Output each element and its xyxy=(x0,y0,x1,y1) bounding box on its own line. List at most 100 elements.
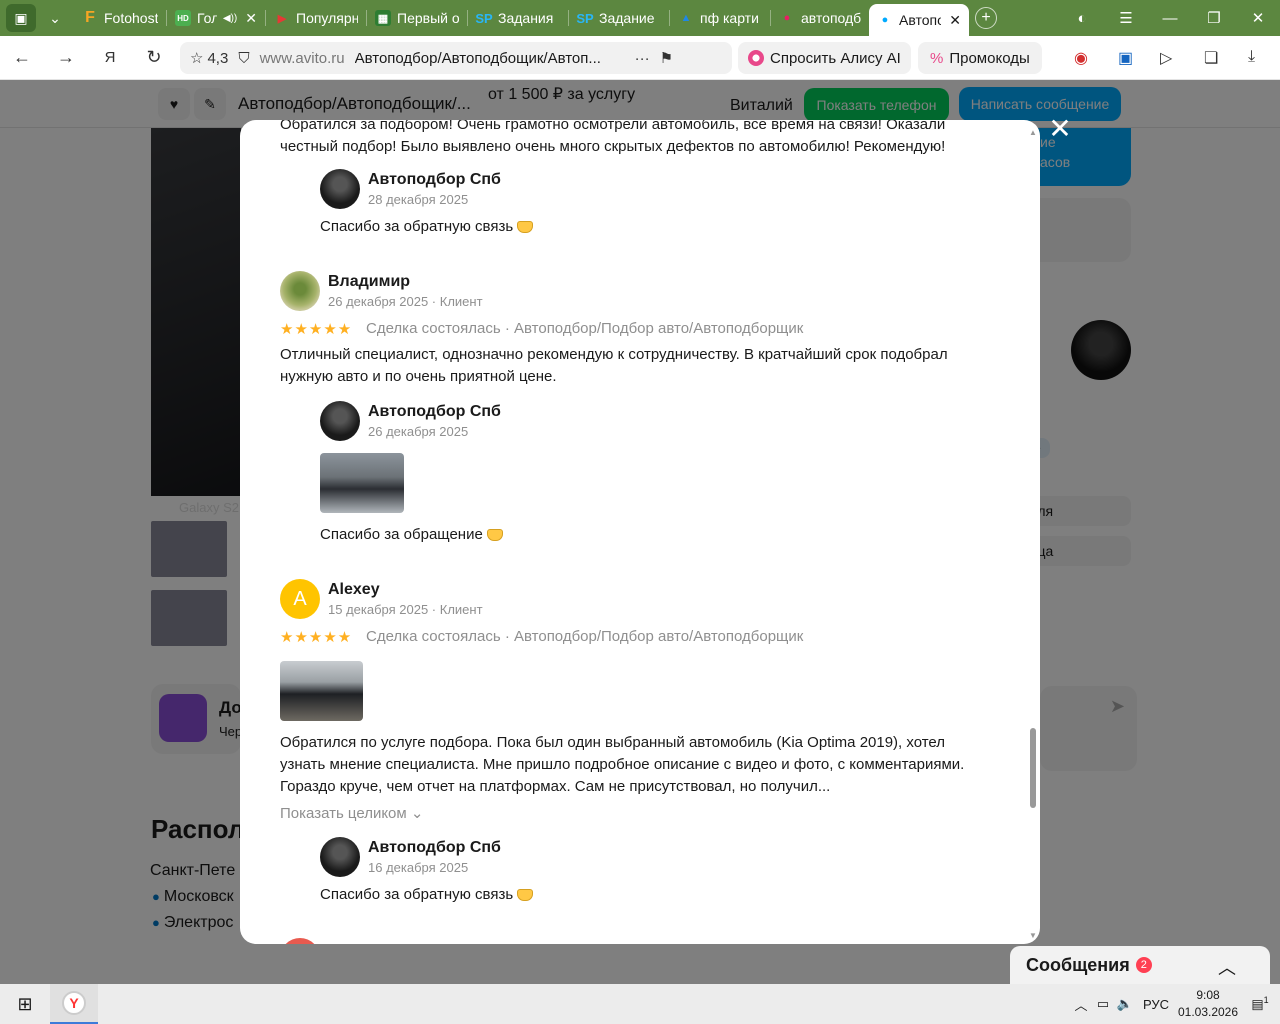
review-photo[interactable] xyxy=(280,661,363,721)
extension-globe-icon[interactable]: ◉ xyxy=(1074,48,1088,68)
tab-label: пф карти xyxy=(700,10,759,26)
close-modal-icon[interactable]: ✕ xyxy=(1045,114,1075,144)
system-tray: ︿ ▭ 🔈 РУС 9:08 01.03.2026 ▤1 xyxy=(1070,984,1280,1024)
reply-author[interactable]: Автоподбор Спб xyxy=(368,839,501,857)
tabs-menu-chevron-icon[interactable]: ⌄ xyxy=(40,4,70,32)
tab-golos[interactable]: HD Голос ◀)) ✕ xyxy=(167,3,265,33)
chevron-up-icon[interactable]: ︿ xyxy=(1070,995,1092,1014)
messages-label: Сообщения xyxy=(1026,954,1130,975)
modal-scrollbar[interactable]: ▲ ▼ xyxy=(1029,128,1037,940)
reply-date: 28 декабря 2025 xyxy=(368,192,469,207)
show-more-link[interactable]: Показать целиком ⌄ xyxy=(280,804,423,822)
reply-text: Спасибо за обращение xyxy=(320,526,503,543)
site-rating[interactable]: ☆ 4,3 xyxy=(190,49,228,68)
alisa-icon xyxy=(748,50,764,66)
windows-taskbar: ⊞ Y ︿ ▭ 🔈 РУС 9:08 01.03.2026 ▤1 xyxy=(0,984,1280,1024)
url-domain: www.avito.ru xyxy=(259,49,345,67)
review-author[interactable]: Alexey xyxy=(328,581,380,599)
user-avatar[interactable]: A xyxy=(280,579,320,619)
download-icon[interactable]: ⤓ xyxy=(1248,48,1255,66)
chevron-up-icon[interactable]: ︿ xyxy=(1218,954,1236,980)
collections-icon[interactable]: ❏ xyxy=(1204,48,1218,68)
deal-status: Сделка состоялась · Автоподбор/Подбор ав… xyxy=(366,320,804,337)
more-dots-icon[interactable]: ··· xyxy=(635,50,650,67)
alisa-label: Спросить Алису AI xyxy=(770,49,901,67)
tab-zadanie[interactable]: SP Задание xyxy=(569,3,669,33)
yandex-home-icon[interactable]: Я xyxy=(88,49,132,66)
back-arrow-icon[interactable]: ← xyxy=(0,47,44,68)
forward-arrow-icon[interactable]: → xyxy=(44,47,88,68)
tab-zadaniya[interactable]: SP Задания xyxy=(468,3,568,33)
reply-text: Спасибо за обратную связь xyxy=(320,886,534,903)
messages-panel[interactable]: Сообщения 2 ︿ xyxy=(1010,946,1270,984)
windows-start-icon[interactable]: ⊞ xyxy=(0,984,50,1024)
menu-icon[interactable]: ☰ xyxy=(1104,9,1148,27)
scrollbar-thumb[interactable] xyxy=(1030,728,1036,808)
promocodes-button[interactable]: % Промокоды xyxy=(918,42,1042,74)
heart-hands-emoji-icon xyxy=(517,889,534,902)
bookmark-icon[interactable]: ⚑ xyxy=(660,49,673,67)
clock-date: 01.03.2026 xyxy=(1177,1005,1239,1019)
tab-pf-karti[interactable]: ▲ пф карти xyxy=(670,3,770,33)
tab-fotohosting[interactable]: F Fotohosting xyxy=(74,3,166,33)
rating-stars: ★★★★★ xyxy=(280,629,353,646)
avito-favicon-icon: ● xyxy=(881,14,889,26)
tab-first-office[interactable]: ▦ Первый офис xyxy=(367,3,467,33)
close-tab-icon[interactable]: ✕ xyxy=(245,10,257,27)
seller-avatar[interactable] xyxy=(320,169,360,209)
reply-author[interactable]: Автоподбор Спб xyxy=(368,171,501,189)
sidebar-toggle-icon[interactable]: ▣ xyxy=(6,4,36,32)
shield-icon[interactable]: ⛉ xyxy=(238,50,249,67)
clock[interactable]: 9:08 01.03.2026 xyxy=(1176,987,1240,1021)
star-icon: ☆ xyxy=(190,50,204,67)
tab-label: Задания xyxy=(498,10,554,26)
video-play-icon[interactable]: ▷ xyxy=(1160,48,1172,68)
browser-tab-strip: ▣ ⌄ F Fotohosting HD Голос ◀)) ✕ ▶ Попул… xyxy=(0,0,1280,36)
notifications-icon[interactable]: ▤1 xyxy=(1240,995,1280,1012)
close-tab-icon[interactable]: ✕ xyxy=(949,12,961,29)
messages-count-badge: 2 xyxy=(1135,957,1152,973)
network-icon[interactable]: ▭ xyxy=(1092,996,1114,1012)
close-window-icon[interactable]: ✕ xyxy=(1236,9,1280,27)
seller-avatar[interactable] xyxy=(320,837,360,877)
promocodes-label: Промокоды xyxy=(949,49,1030,67)
restore-window-icon[interactable]: ❐ xyxy=(1192,9,1236,27)
reply-text: Спасибо за обратную связь xyxy=(320,218,534,235)
extension-translate-icon[interactable]: ▣ xyxy=(1118,48,1133,68)
language-indicator[interactable]: РУС xyxy=(1136,997,1176,1012)
tab-popular[interactable]: ▶ Популярное xyxy=(266,3,366,33)
review-text: Обратился за подбором! Очень грамотно ос… xyxy=(280,120,946,155)
heart-hands-emoji-icon xyxy=(486,529,503,542)
address-bar-row: ← → Я ↻ ☆ 4,3 ⛉ www.avito.ru Автоподбор/А… xyxy=(0,36,1280,80)
percent-icon: % xyxy=(930,49,944,67)
omnibox[interactable]: ☆ 4,3 ⛉ www.avito.ru Автоподбор/Автоподбо… xyxy=(180,42,732,74)
scroll-down-arrow-icon[interactable]: ▼ xyxy=(1029,931,1037,940)
hd-favicon-icon: HD xyxy=(175,10,191,26)
reply-photo[interactable] xyxy=(320,453,404,513)
tab-label: Голос xyxy=(197,10,217,26)
volume-icon[interactable]: 🔈 xyxy=(1114,996,1136,1012)
seller-avatar[interactable] xyxy=(320,401,360,441)
review-text: Обратился по услуге подбора. Пока был од… xyxy=(280,734,965,795)
user-avatar[interactable] xyxy=(280,271,320,311)
new-tab-button[interactable]: + xyxy=(975,7,997,29)
reload-icon[interactable]: ↻ xyxy=(132,47,176,68)
speaker-icon: ◀)) xyxy=(222,12,238,24)
review-meta: 26 декабря 2025 · Клиент xyxy=(328,294,483,309)
ask-alisa-button[interactable]: Спросить Алису AI xyxy=(738,42,911,74)
reply-text-content: Спасибо за обратную связь xyxy=(320,218,514,235)
reply-author[interactable]: Автоподбор Спб xyxy=(368,403,501,421)
user-avatar[interactable] xyxy=(280,938,320,944)
tab-avtopodbor-search[interactable]: ● автоподбор xyxy=(771,3,869,33)
profile-avatar-icon[interactable]: ◐ xyxy=(1060,10,1104,27)
yandex-browser-taskbar-icon[interactable]: Y xyxy=(50,984,98,1024)
reply-text-content: Спасибо за обращение xyxy=(320,526,483,543)
clock-time: 9:08 xyxy=(1196,988,1220,1002)
page-title-in-omnibox: Автоподбор/Автоподбощик/Автоп... xyxy=(354,49,601,67)
minimize-window-icon[interactable]: — xyxy=(1148,10,1192,27)
tab-avtopodbor-active[interactable]: ● Автоподбор ✕ xyxy=(869,4,969,36)
review-author[interactable]: Владимир xyxy=(328,273,410,291)
rating-stars: ★★★★★ xyxy=(280,321,353,338)
scroll-up-arrow-icon[interactable]: ▲ xyxy=(1029,128,1037,137)
youtube-favicon-icon: ▶ xyxy=(277,12,287,25)
